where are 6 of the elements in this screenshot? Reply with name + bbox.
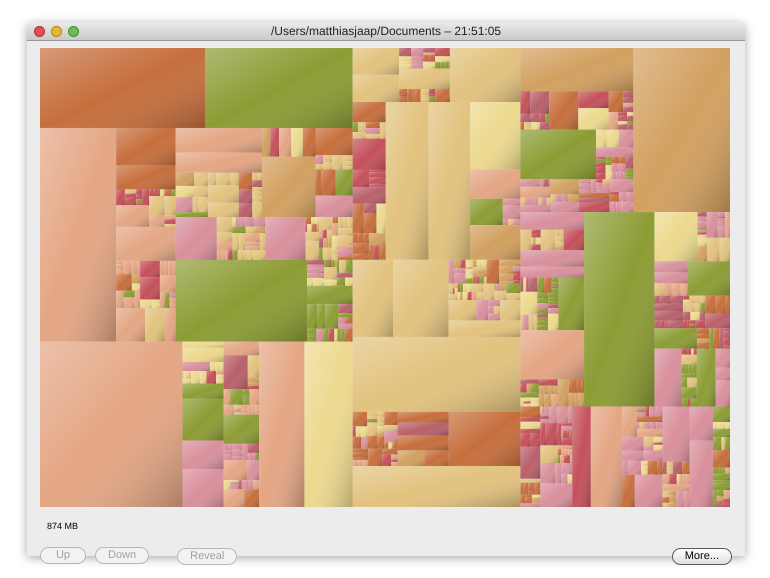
action-button[interactable]: More... xyxy=(672,548,732,565)
close-button[interactable] xyxy=(34,26,45,36)
minimize-button[interactable] xyxy=(51,26,62,36)
zoom-button[interactable] xyxy=(68,26,79,36)
window-title: /Users/matthiasjaap/Documents – 21:51:05 xyxy=(270,23,502,40)
size-label: 874 MB xyxy=(47,521,78,531)
